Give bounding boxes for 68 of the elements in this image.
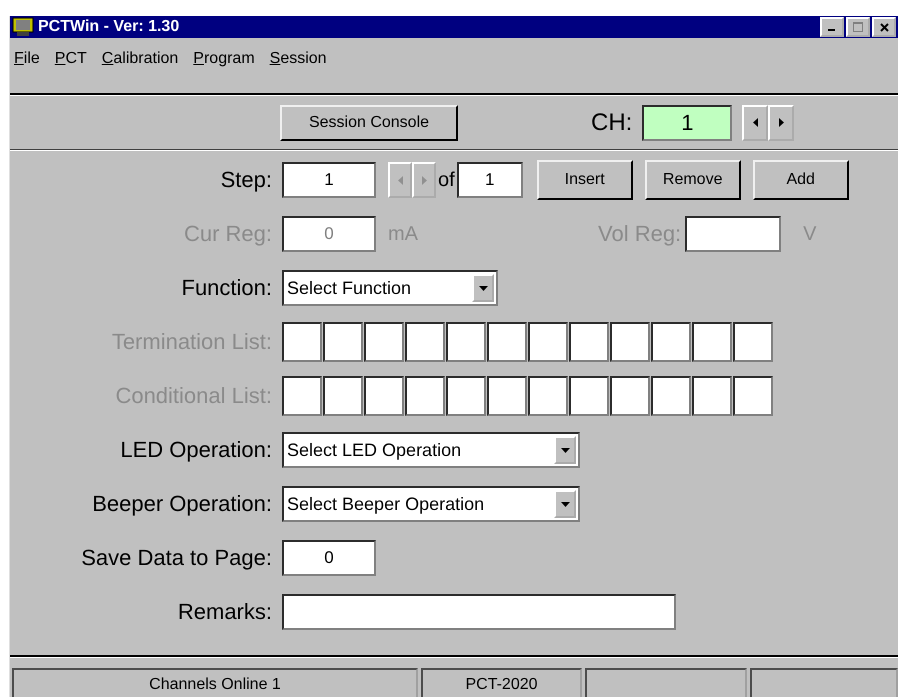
window-title: PCTWin - Ver: 1.30 xyxy=(38,18,180,36)
right-arrow-icon xyxy=(778,118,784,127)
menu-item[interactable]: Session xyxy=(270,50,327,68)
list-entry-field[interactable] xyxy=(610,376,650,416)
menu-item[interactable]: Program xyxy=(193,50,255,68)
list-entry-field[interactable] xyxy=(364,322,404,362)
menu-item[interactable]: PCT xyxy=(54,50,87,68)
list-entry-field[interactable] xyxy=(323,322,363,362)
list-entry-field[interactable] xyxy=(405,322,445,362)
close-button[interactable] xyxy=(872,17,896,37)
step-field[interactable]: 1 xyxy=(282,162,376,198)
monitor-icon xyxy=(12,17,34,37)
voltage-field[interactable] xyxy=(685,216,782,252)
list-entry-field[interactable] xyxy=(692,376,732,416)
list-entry-field[interactable] xyxy=(446,322,486,362)
operation-dropdown[interactable]: Select LED Operation xyxy=(282,432,580,468)
dropdown-arrow-icon xyxy=(478,286,488,290)
right-arrow-icon xyxy=(422,176,426,184)
next-channel-button[interactable] xyxy=(768,104,794,140)
field-label: Step: xyxy=(220,167,272,193)
list-entry-field[interactable] xyxy=(364,376,404,416)
dropdown-arrow-icon xyxy=(560,448,570,452)
list-entry-field[interactable] xyxy=(446,376,486,416)
maximize-button[interactable] xyxy=(846,17,870,37)
field-label: Remarks: xyxy=(176,599,272,625)
field-label: Function: xyxy=(180,275,272,301)
list-entry-field[interactable] xyxy=(733,322,773,362)
session-console-button[interactable]: Session Console xyxy=(280,104,458,140)
field-label: Beeper Operation: xyxy=(91,491,272,517)
status-pane: PCT-2020 xyxy=(421,668,582,697)
step-action-button[interactable]: Insert xyxy=(536,160,633,200)
list-entry-field[interactable] xyxy=(528,376,568,416)
list-entry-field[interactable] xyxy=(282,376,322,416)
close-icon xyxy=(880,22,888,32)
list-entry-field[interactable] xyxy=(487,376,527,416)
list-entry-field[interactable] xyxy=(282,322,322,362)
dropdown-arrow-icon xyxy=(560,502,570,506)
menu-item[interactable]: Calibration xyxy=(102,50,178,68)
minimize-button[interactable] xyxy=(820,17,844,37)
field-label: LED Operation: xyxy=(119,437,272,463)
list-entry-field[interactable] xyxy=(528,322,568,362)
list-entry-field[interactable] xyxy=(692,322,732,362)
list-entry-field[interactable] xyxy=(651,322,691,362)
list-entry-field[interactable] xyxy=(405,376,445,416)
list-entry-field[interactable] xyxy=(651,376,691,416)
field-label: Save Data to Page: xyxy=(80,545,272,571)
total-steps-field[interactable]: 1 xyxy=(456,162,523,198)
list-entry-field[interactable] xyxy=(569,376,609,416)
maximize-icon xyxy=(853,22,863,32)
step-action-button[interactable]: Add xyxy=(752,160,849,200)
channel-field[interactable]: 1 xyxy=(642,104,732,140)
status-pane: Channels Online 1 xyxy=(12,668,418,697)
list-entry-field[interactable] xyxy=(323,376,363,416)
page-field[interactable]: 0 xyxy=(282,540,376,576)
left-arrow-icon xyxy=(398,176,402,184)
list-entry-field[interactable] xyxy=(487,322,527,362)
operation-dropdown[interactable]: Select Beeper Operation xyxy=(282,486,580,522)
channel-label: CH: xyxy=(591,108,632,136)
function-dropdown[interactable]: Select Function xyxy=(282,270,498,306)
left-arrow-icon xyxy=(752,118,758,127)
step-action-button[interactable]: Remove xyxy=(644,160,741,200)
list-entry-field[interactable] xyxy=(610,322,650,362)
list-entry-field[interactable] xyxy=(733,376,773,416)
previous-channel-button[interactable] xyxy=(742,104,768,140)
of-label: of xyxy=(438,168,455,192)
menu-item[interactable]: File xyxy=(14,50,40,68)
remarks-field[interactable] xyxy=(282,594,676,630)
list-entry-field[interactable] xyxy=(569,322,609,362)
